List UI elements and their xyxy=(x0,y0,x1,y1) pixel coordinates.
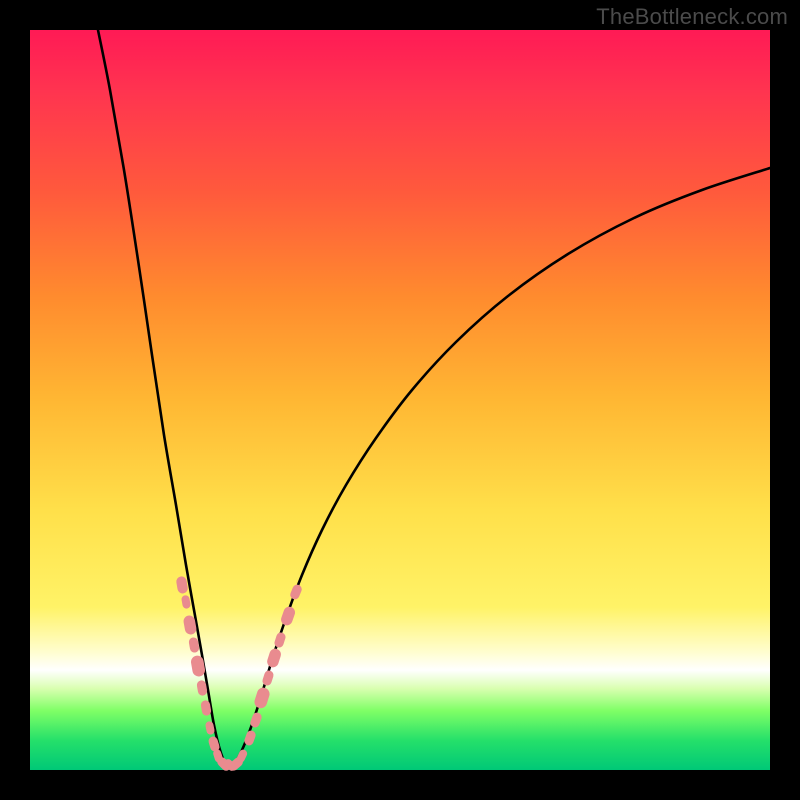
highlight-dots-group xyxy=(176,576,304,773)
highlight-dot xyxy=(253,686,271,710)
highlight-dot xyxy=(279,605,296,627)
chart-frame: TheBottleneck.com xyxy=(0,0,800,800)
watermark-text: TheBottleneck.com xyxy=(596,4,788,30)
highlight-dot xyxy=(181,595,191,609)
highlight-dot xyxy=(289,583,303,601)
curve-svg xyxy=(30,30,770,770)
highlight-dot xyxy=(266,647,283,669)
bottleneck-curve xyxy=(98,30,770,766)
highlight-dot xyxy=(176,576,189,595)
highlight-dot xyxy=(261,669,274,686)
plot-area xyxy=(30,30,770,770)
